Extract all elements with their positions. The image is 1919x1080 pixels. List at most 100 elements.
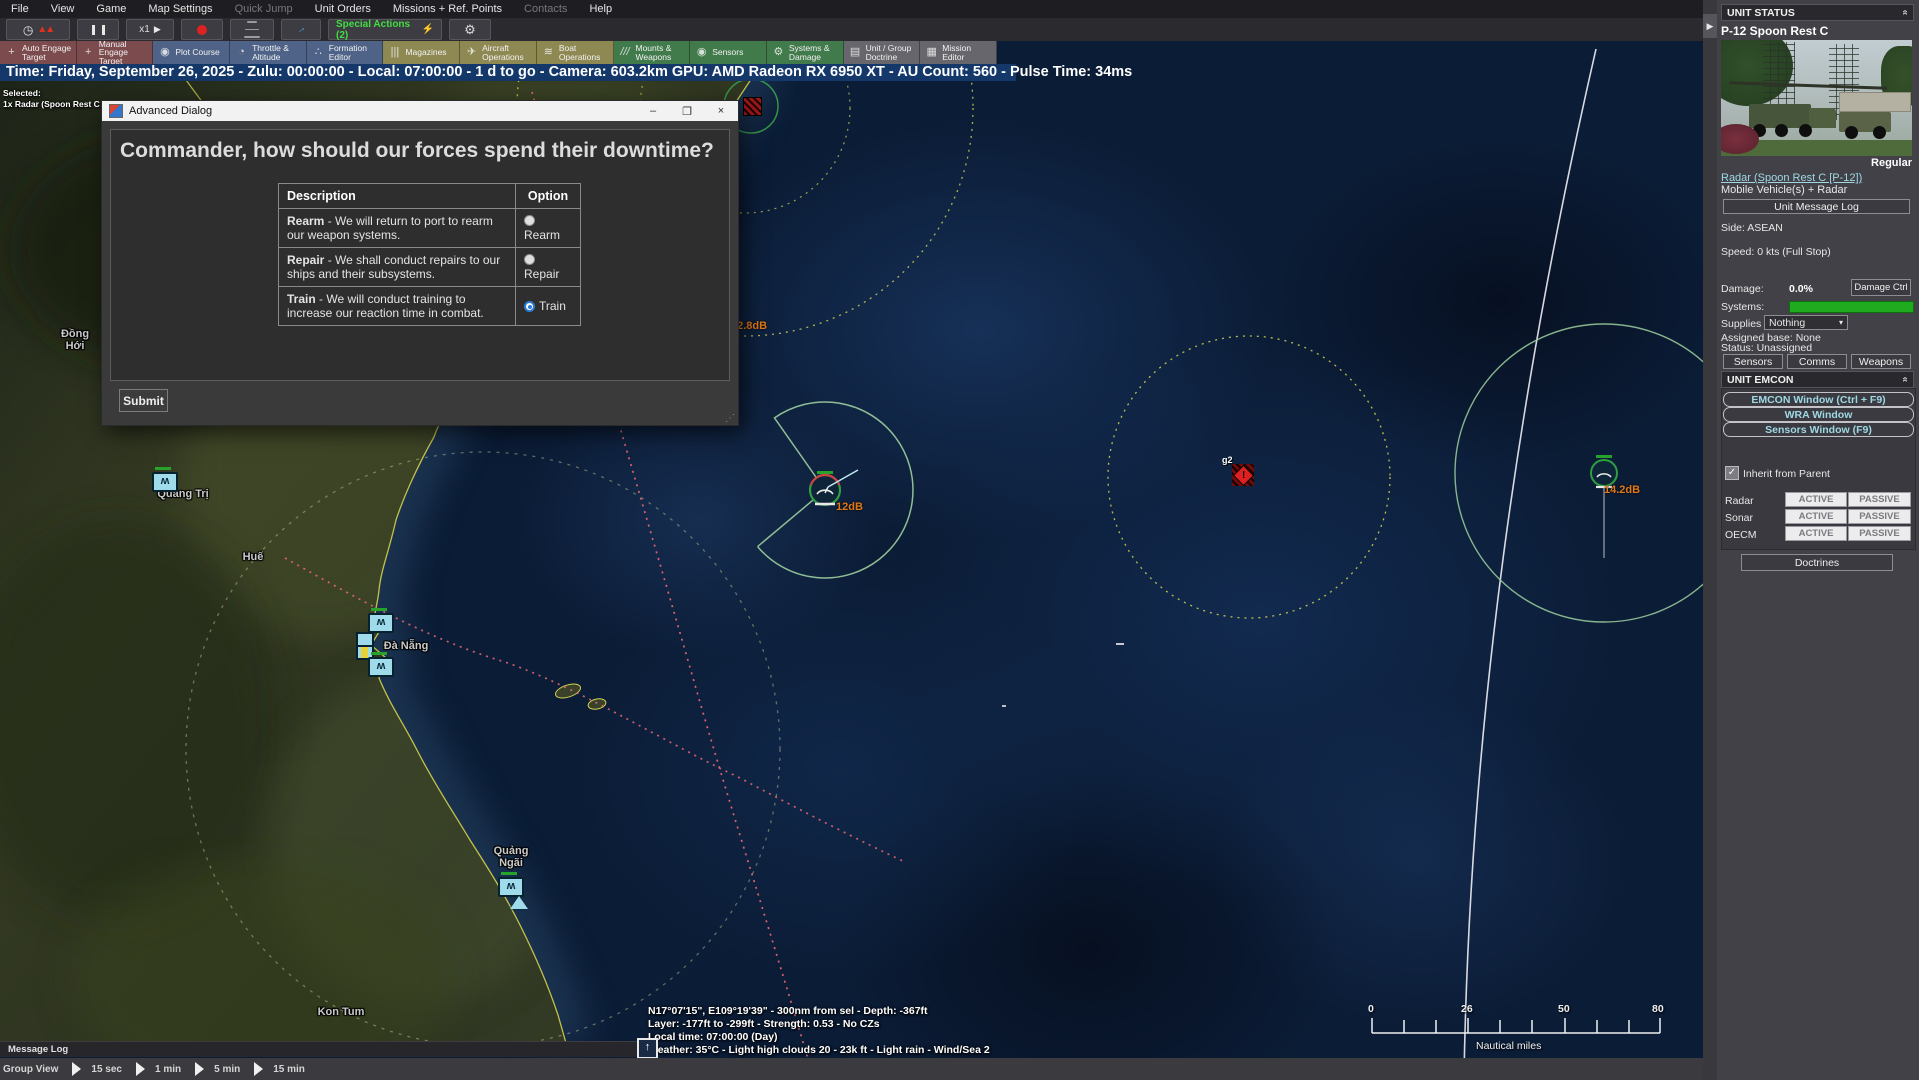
readiness-bar: [371, 608, 387, 611]
menu-file[interactable]: File: [0, 0, 40, 18]
menu-help[interactable]: Help: [578, 0, 623, 18]
submit-button[interactable]: Submit: [119, 389, 168, 412]
maximize-button[interactable]: ❐: [670, 101, 704, 121]
step-1min[interactable]: 1 min: [155, 1064, 181, 1075]
friendly-triangle-unit[interactable]: [510, 896, 528, 909]
magazines-button[interactable]: |||Magazines: [383, 41, 460, 64]
unit-group-doctrine-button[interactable]: ▤Unit / Group Doctrine: [844, 41, 921, 64]
table-row-rearm: Rearm - We will return to port to rearm …: [279, 209, 581, 248]
sidebar-expand-button[interactable]: ▶: [1703, 14, 1717, 38]
supplies-dropdown[interactable]: Nothing ▾: [1764, 315, 1848, 330]
bottom-time-step-bar: Group View 15 sec 1 min 5 min 15 min: [0, 1058, 1703, 1080]
throttle-altitude-button[interactable]: ◔Throttle & Altitude: [230, 41, 307, 64]
sea-contact-mark: [1002, 705, 1006, 707]
record-button[interactable]: [181, 19, 223, 40]
scale-tick-80: 80: [1652, 1003, 1664, 1015]
group-view-label[interactable]: Group View: [3, 1064, 58, 1075]
hostile-contact-icon[interactable]: !: [1232, 464, 1254, 486]
step-5min[interactable]: 5 min: [214, 1064, 240, 1075]
friendly-radar-unit-quang-tri[interactable]: ʍ: [152, 472, 178, 492]
sonar-active-button[interactable]: ACTIVE: [1785, 509, 1847, 524]
friendly-radar-unit-da-nang-1[interactable]: ʍ: [368, 613, 394, 633]
rearm-radio-label: Rearm: [524, 228, 560, 242]
unit-emcon-header[interactable]: UNIT EMCON»: [1721, 371, 1914, 388]
dialog-title-bar[interactable]: Advanced Dialog – ❐ ×: [102, 101, 738, 121]
systems-damage-button[interactable]: ⚙Systems & Damage: [767, 41, 844, 64]
flame-icon: ▲▲: [37, 24, 53, 35]
jump-button[interactable]: →: [281, 19, 321, 40]
step-15min[interactable]: 15 min: [273, 1064, 305, 1075]
unit-db-link[interactable]: Radar (Spoon Rest C [P-12]): [1721, 172, 1862, 184]
aircraft-operations-button[interactable]: ✈Aircraft Operations: [460, 41, 537, 64]
wra-window-button[interactable]: WRA Window: [1723, 407, 1914, 422]
oecm-active-button[interactable]: ACTIVE: [1785, 526, 1847, 541]
friendly-radar-unit-da-nang-2[interactable]: ʍ: [368, 657, 394, 677]
formation-editor-button[interactable]: ∴Formation Editor: [307, 41, 384, 64]
special-actions-button[interactable]: Special Actions (2) ⚡: [328, 19, 442, 40]
selected-label: Selected:: [3, 88, 41, 98]
menu-unit-orders[interactable]: Unit Orders: [304, 0, 382, 18]
sensors-button[interactable]: ◉Sensors: [690, 41, 767, 64]
menu-game[interactable]: Game: [85, 0, 137, 18]
emcon-row-label-oecm: OECM: [1725, 529, 1757, 541]
unit-status-header[interactable]: UNIT STATUS»: [1721, 4, 1914, 21]
scale-tick-0: 0: [1368, 1003, 1374, 1015]
manual-engage-target-button[interactable]: +Manual Engage Target: [77, 41, 154, 64]
menu-contacts[interactable]: Contacts: [513, 0, 578, 18]
tab-comms[interactable]: Comms: [1787, 354, 1847, 369]
play-step-icon[interactable]: [72, 1062, 81, 1076]
menu-quick-jump[interactable]: Quick Jump: [224, 0, 304, 18]
speed-label: Speed: 0 kts (Full Stop): [1721, 246, 1831, 258]
chevron-down-icon: ▾: [1839, 318, 1843, 327]
sonar-passive-button[interactable]: PASSIVE: [1848, 509, 1911, 524]
menu-view[interactable]: View: [40, 0, 86, 18]
settings-button[interactable]: ⚙: [449, 19, 491, 40]
auto-engage-target-button[interactable]: +Auto Engage Target: [0, 41, 77, 64]
plot-course-button[interactable]: ◉Plot Course: [153, 41, 230, 64]
tab-sensors[interactable]: Sensors: [1723, 354, 1783, 369]
time-status-bar: Time: Friday, September 26, 2025 - Zulu:…: [0, 64, 1016, 81]
play-step-icon[interactable]: [195, 1062, 204, 1076]
rearm-radio[interactable]: [524, 215, 535, 226]
status-position-line: N17°07'15", E109°19'39" - 300nm from sel…: [648, 1005, 928, 1017]
side-label: Side: ASEAN: [1721, 222, 1783, 234]
menu-map-settings[interactable]: Map Settings: [137, 0, 223, 18]
repair-radio[interactable]: [524, 254, 535, 265]
friendly-radar-unit-quang-ngai[interactable]: ʍ: [498, 877, 524, 897]
play-step-icon[interactable]: [254, 1062, 263, 1076]
play-step-icon[interactable]: [136, 1062, 145, 1076]
emcon-window-button[interactable]: EMCON Window (Ctrl + F9): [1723, 392, 1914, 407]
proficiency-badge: Regular: [1721, 157, 1912, 169]
signal-label-12db: 12dB: [836, 501, 863, 513]
city-label-dong-hoi: Đồng Hới: [52, 328, 98, 352]
train-radio[interactable]: [524, 301, 535, 312]
doctrines-button[interactable]: Doctrines: [1741, 554, 1893, 571]
mission-editor-button[interactable]: ▦Mission Editor: [920, 41, 997, 64]
damage-ctrl-button[interactable]: Damage Ctrl: [1851, 279, 1911, 296]
mounts-weapons-button[interactable]: ///Mounts & Weapons: [614, 41, 691, 64]
menu-missions-ref-points[interactable]: Missions + Ref. Points: [382, 0, 513, 18]
play-speed-button[interactable]: x1 ▶: [126, 19, 174, 40]
radar-active-button[interactable]: ACTIVE: [1785, 492, 1847, 507]
resize-grip[interactable]: ⋰: [725, 413, 735, 424]
radar-passive-button[interactable]: PASSIVE: [1848, 492, 1911, 507]
oecm-passive-button[interactable]: PASSIVE: [1848, 526, 1911, 541]
step-15sec[interactable]: 15 sec: [91, 1064, 122, 1075]
hostile-site-icon[interactable]: [743, 97, 762, 116]
unit-photo: [1721, 40, 1912, 156]
tab-weapons[interactable]: Weapons: [1851, 354, 1911, 369]
formation-icon: ∴: [312, 48, 325, 57]
sensors-window-button[interactable]: Sensors Window (F9): [1723, 422, 1914, 437]
minimize-button[interactable]: –: [636, 101, 670, 121]
inherit-parent-checkbox[interactable]: ✓: [1725, 466, 1739, 480]
table-row-train: Train - We will conduct training to incr…: [279, 287, 581, 326]
time-compression-button[interactable]: ◷ ▲▲: [6, 19, 70, 40]
close-button[interactable]: ×: [704, 101, 738, 121]
dialog-title: Advanced Dialog: [129, 105, 212, 117]
boat-operations-button[interactable]: ≋Boat Operations: [537, 41, 614, 64]
time-step-button[interactable]: [230, 19, 274, 40]
expand-up-icon[interactable]: ↑: [637, 1038, 658, 1059]
pause-button[interactable]: [77, 19, 119, 40]
message-log-bar[interactable]: Message Log: [0, 1041, 637, 1057]
unit-message-log-button[interactable]: Unit Message Log: [1723, 199, 1910, 214]
